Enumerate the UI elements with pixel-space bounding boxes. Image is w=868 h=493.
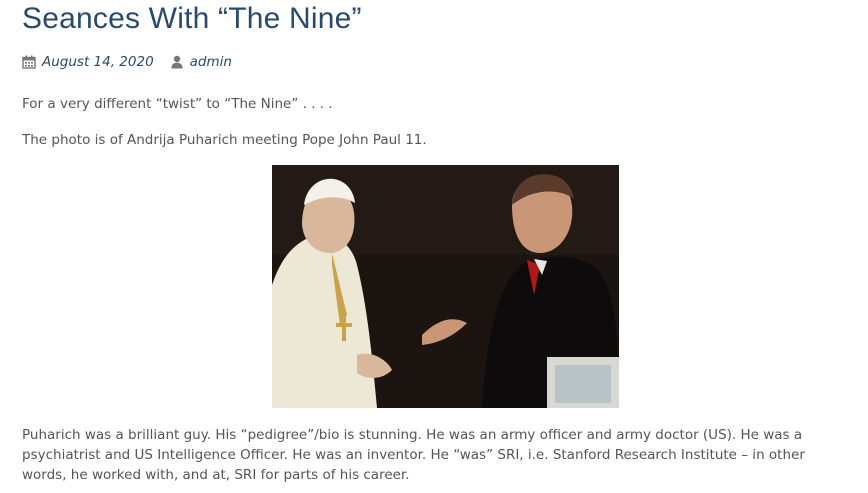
- user-icon: [170, 55, 184, 69]
- intro-paragraph: For a very different “twist” to “The Nin…: [22, 96, 333, 112]
- body-paragraph: Puharich was a brilliant guy. His “pedig…: [22, 427, 805, 483]
- post-author-link[interactable]: admin: [190, 54, 232, 70]
- post-article: Seances With “The Nine” August 14, 2020: [0, 0, 868, 493]
- post-title[interactable]: Seances With “The Nine”: [22, 2, 362, 36]
- post-meta: August 14, 2020 admin: [22, 52, 232, 72]
- calendar-icon: [22, 55, 36, 69]
- post-photo: [272, 165, 619, 408]
- photo-caption-paragraph: The photo is of Andrija Puharich meeting…: [22, 132, 427, 148]
- photo-illustration: [272, 165, 619, 408]
- post-date-link[interactable]: August 14, 2020: [42, 54, 154, 70]
